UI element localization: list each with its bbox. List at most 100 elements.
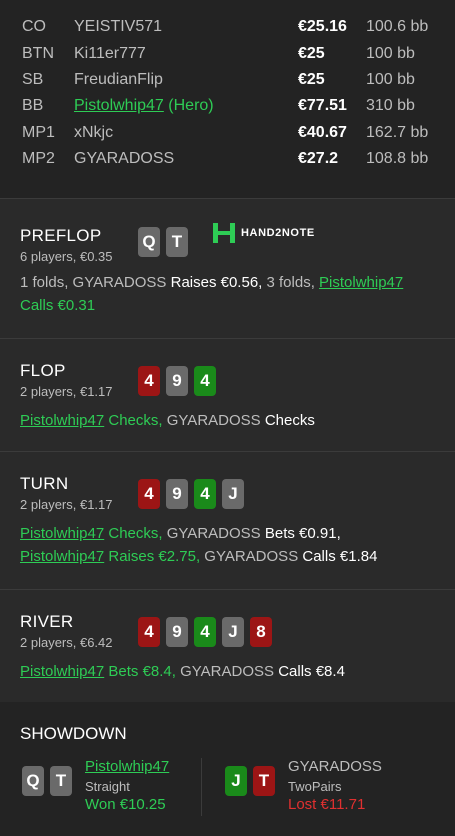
card: 4 [138,479,160,509]
street-actions: Pistolwhip47 Bets €8.4, GYARADOSS Calls … [20,660,435,683]
action-text: Checks [264,412,315,429]
hand2note-logo-text: HAND2NOTE [241,227,315,239]
card: Q [22,766,44,796]
player-name: GYARADOSS [74,150,175,168]
hand2note-logo: HAND2NOTE [213,223,315,243]
player-position: MP2 [22,150,55,168]
hero-name-link[interactable]: Pistolwhip47 [20,525,104,542]
player-stack-bb: 100.6 bb [366,18,429,36]
action-text: 3 folds, [266,274,320,291]
player-name: FreudianFlip [74,70,163,88]
card: T [253,766,275,796]
hero-hole-cards: Q T [138,227,188,257]
hero-result: Won €10.25 [85,796,166,813]
hero-name-link[interactable]: Pistolwhip47 [85,758,169,775]
villain-showdown-info: GYARADOSS TwoPairs Lost €11.71 [288,758,382,813]
player-stack: €40.67 [298,123,347,141]
hero-action: Checks, [104,412,167,429]
street-pot: 2 players, €1.17 [20,384,113,399]
card: 4 [138,617,160,647]
hero-showdown-info: Pistolwhip47 Straight Won €10.25 [85,758,169,813]
card: 4 [138,366,160,396]
villain-hand-rank: TwoPairs [288,779,342,794]
showdown-section: SHOWDOWN Q T Pistolwhip47 Straight Won €… [0,702,455,836]
action-text: Calls €8.4 [278,663,345,680]
player-name-cell: Pistolwhip47 (Hero) [74,97,298,115]
action-text: 1 folds, GYARADOSS [20,274,171,291]
hero-action: Bets €8.4, [104,663,181,680]
street-pot: 2 players, €6.42 [20,635,113,650]
card: J [222,479,244,509]
player-stack-bb: 162.7 bb [366,123,429,141]
players-table: CO YEISTIV571 €25.16 100.6 bb BTN Ki11er… [0,0,455,198]
street-actions: 1 folds, GYARADOSS Raises €0.56, 3 folds… [20,271,435,317]
hand-history-panel: CO YEISTIV571 €25.16 100.6 bb BTN Ki11er… [0,0,455,836]
card: 4 [194,366,216,396]
hero-name-link[interactable]: Pistolwhip47 [20,663,104,680]
player-position: BTN [22,44,54,62]
card: 4 [194,617,216,647]
action-text: GYARADOSS [204,548,303,565]
card: 9 [166,617,188,647]
action-text: Calls €1.84 [302,548,378,565]
player-row: BTN Ki11er777 €25 100 bb [0,40,455,66]
player-position: MP1 [22,123,55,141]
player-stack-bb: 108.8 bb [366,150,429,168]
street-pot: 2 players, €1.17 [20,497,113,512]
player-name: xNkjc [74,123,114,141]
hero-hand-rank: Straight [85,779,130,794]
hero-name-link[interactable]: Pistolwhip47 [74,97,164,114]
card: Q [138,227,160,257]
hero-action: Raises €2.75, [104,548,205,565]
card: 9 [166,479,188,509]
board-cards: 4 9 4 [138,366,216,396]
card: 4 [194,479,216,509]
hero-action: Checks, [104,525,167,542]
street-river: RIVER 2 players, €6.42 4 9 4 J 8 Pistolw… [0,589,455,703]
card: 9 [166,366,188,396]
street-actions: Pistolwhip47 Checks, GYARADOSS Bets €0.9… [20,522,435,568]
player-position: SB [22,70,44,88]
street-actions: Pistolwhip47 Checks, GYARADOSS Checks [20,409,435,432]
player-position: BB [22,97,44,115]
player-name: Ki11er777 [74,44,146,62]
player-row: SB FreudianFlip €25 100 bb [0,67,455,93]
player-stack-bb: 100 bb [366,44,415,62]
player-stack-bb: 100 bb [366,70,415,88]
player-stack: €25 [298,44,325,62]
street-title: TURN [20,474,69,493]
action-text: Bets €0.91, [264,525,341,542]
card: J [222,617,244,647]
player-name: YEISTIV571 [74,18,163,36]
player-stack: €77.51 [298,97,347,115]
player-stack: €27.2 [298,150,339,168]
hero-name-link[interactable]: Pistolwhip47 [319,274,403,291]
action-text: GYARADOSS [180,663,279,680]
player-row: CO YEISTIV571 €25.16 100.6 bb [0,14,455,40]
showdown-title: SHOWDOWN [20,724,127,743]
player-stack: €25.16 [298,18,347,36]
player-stack-bb: 310 bb [366,97,415,115]
hero-showdown-cards: Q T [22,766,72,796]
player-row: MP1 xNkjc €40.67 162.7 bb [0,120,455,146]
street-title: FLOP [20,361,66,380]
board-cards: 4 9 4 J [138,479,244,509]
action-text: GYARADOSS [166,412,265,429]
villain-name: GYARADOSS [288,758,382,775]
player-position: CO [22,18,46,36]
showdown-divider [201,758,202,816]
street-pot: 6 players, €0.35 [20,249,113,264]
hand2note-logo-icon [213,223,235,243]
villain-result: Lost €11.71 [288,796,366,813]
hero-tag: (Hero) [168,97,214,115]
board-cards: 4 9 4 J 8 [138,617,272,647]
street-turn: TURN 2 players, €1.17 4 9 4 J Pistolwhip… [0,451,455,589]
hero-name-link[interactable]: Pistolwhip47 [20,412,104,429]
hero-action: Calls €0.31 [20,297,96,314]
street-title: RIVER [20,612,74,631]
player-row-hero: BB Pistolwhip47 (Hero) €77.51 310 bb [0,93,455,119]
hero-name-link[interactable]: Pistolwhip47 [20,548,104,565]
card: 8 [250,617,272,647]
card: T [166,227,188,257]
player-row: MP2 GYARADOSS €27.2 108.8 bb [0,146,455,172]
